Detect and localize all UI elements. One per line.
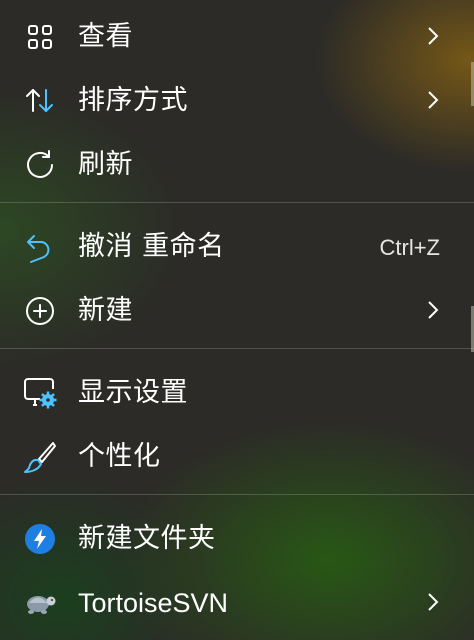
menu-separator (0, 348, 474, 349)
menu-separator (0, 494, 474, 495)
display-settings-icon (22, 375, 58, 411)
menu-item-label: 查看 (78, 21, 133, 52)
chevron-right-icon (428, 301, 439, 319)
menu-item-label: 刷新 (78, 149, 133, 180)
chevron-right-icon (428, 593, 439, 611)
menu-item-label: TortoiseSVN (78, 588, 229, 618)
menu-item-view[interactable]: 查看 (0, 3, 474, 67)
menu-item-label: 新建文件夹 (78, 523, 216, 554)
menu-item-label: 个性化 (78, 441, 161, 472)
tortoise-icon (22, 585, 58, 621)
menu-separator (0, 202, 474, 203)
grid-icon (22, 19, 58, 55)
brush-icon (22, 439, 58, 475)
chevron-right-icon (428, 91, 439, 109)
menu-item-undo-rename[interactable]: 撤消 重命名 Ctrl+Z (0, 213, 474, 277)
menu-item-personalize[interactable]: 个性化 (0, 423, 474, 487)
menu-item-new[interactable]: 新建 (0, 277, 474, 341)
menu-item-sort-by[interactable]: 排序方式 (0, 67, 474, 131)
menu-item-label: 新建 (78, 295, 133, 326)
menu-item-display-settings[interactable]: 显示设置 (0, 359, 474, 423)
refresh-icon (22, 147, 58, 183)
desktop-context-menu: 查看 排序方式 刷新 撤消 重命名 Ctrl+Z 新建 显示设置 个性化 新建文… (0, 0, 474, 640)
undo-icon (22, 229, 58, 265)
menu-item-refresh[interactable]: 刷新 (0, 131, 474, 195)
menu-item-tortoisesvn[interactable]: TortoiseSVN (0, 569, 474, 633)
shortcut-label: Ctrl+Z (379, 235, 441, 260)
sort-arrows-icon (22, 83, 58, 119)
add-circle-icon (22, 293, 58, 329)
menu-item-new-folder[interactable]: 新建文件夹 (0, 505, 474, 569)
chevron-right-icon (428, 27, 439, 45)
menu-item-label: 排序方式 (78, 85, 188, 116)
menu-item-label: 撤消 重命名 (78, 231, 225, 262)
lightning-icon (22, 521, 58, 557)
menu-item-label: 显示设置 (78, 377, 188, 408)
